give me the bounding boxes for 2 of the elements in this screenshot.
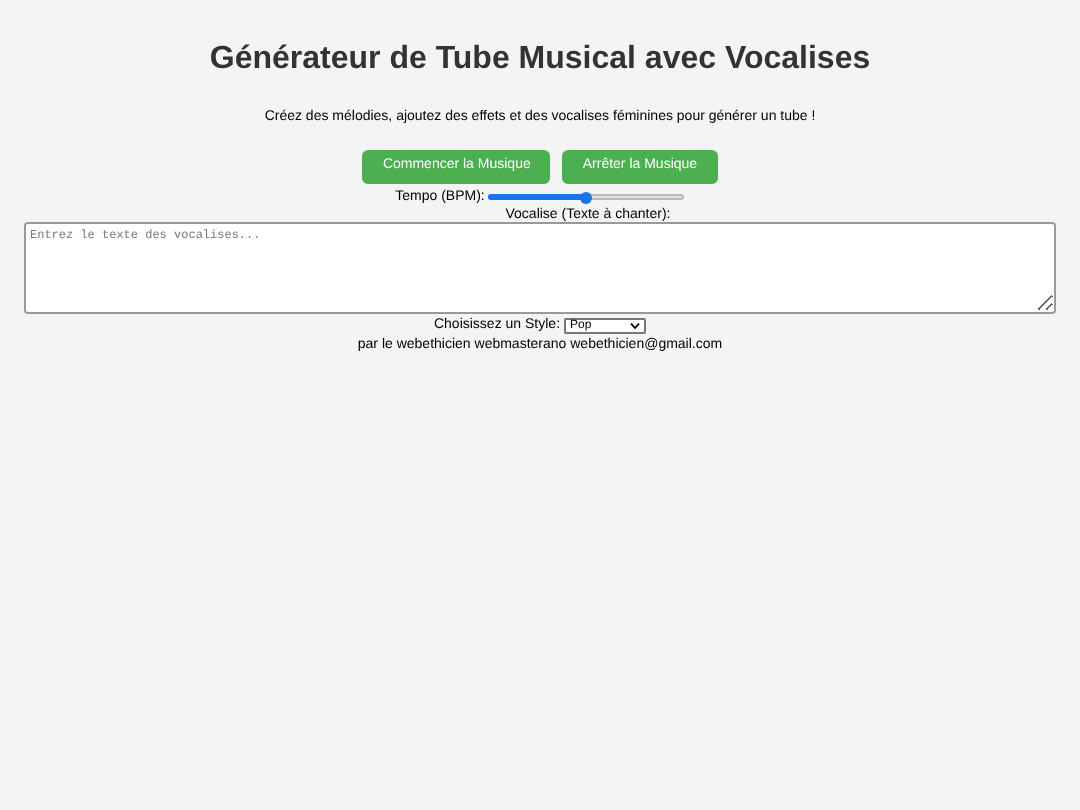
chevron-down-icon	[630, 322, 641, 331]
page-title: Générateur de Tube Musical avec Vocalises	[207, 40, 873, 80]
